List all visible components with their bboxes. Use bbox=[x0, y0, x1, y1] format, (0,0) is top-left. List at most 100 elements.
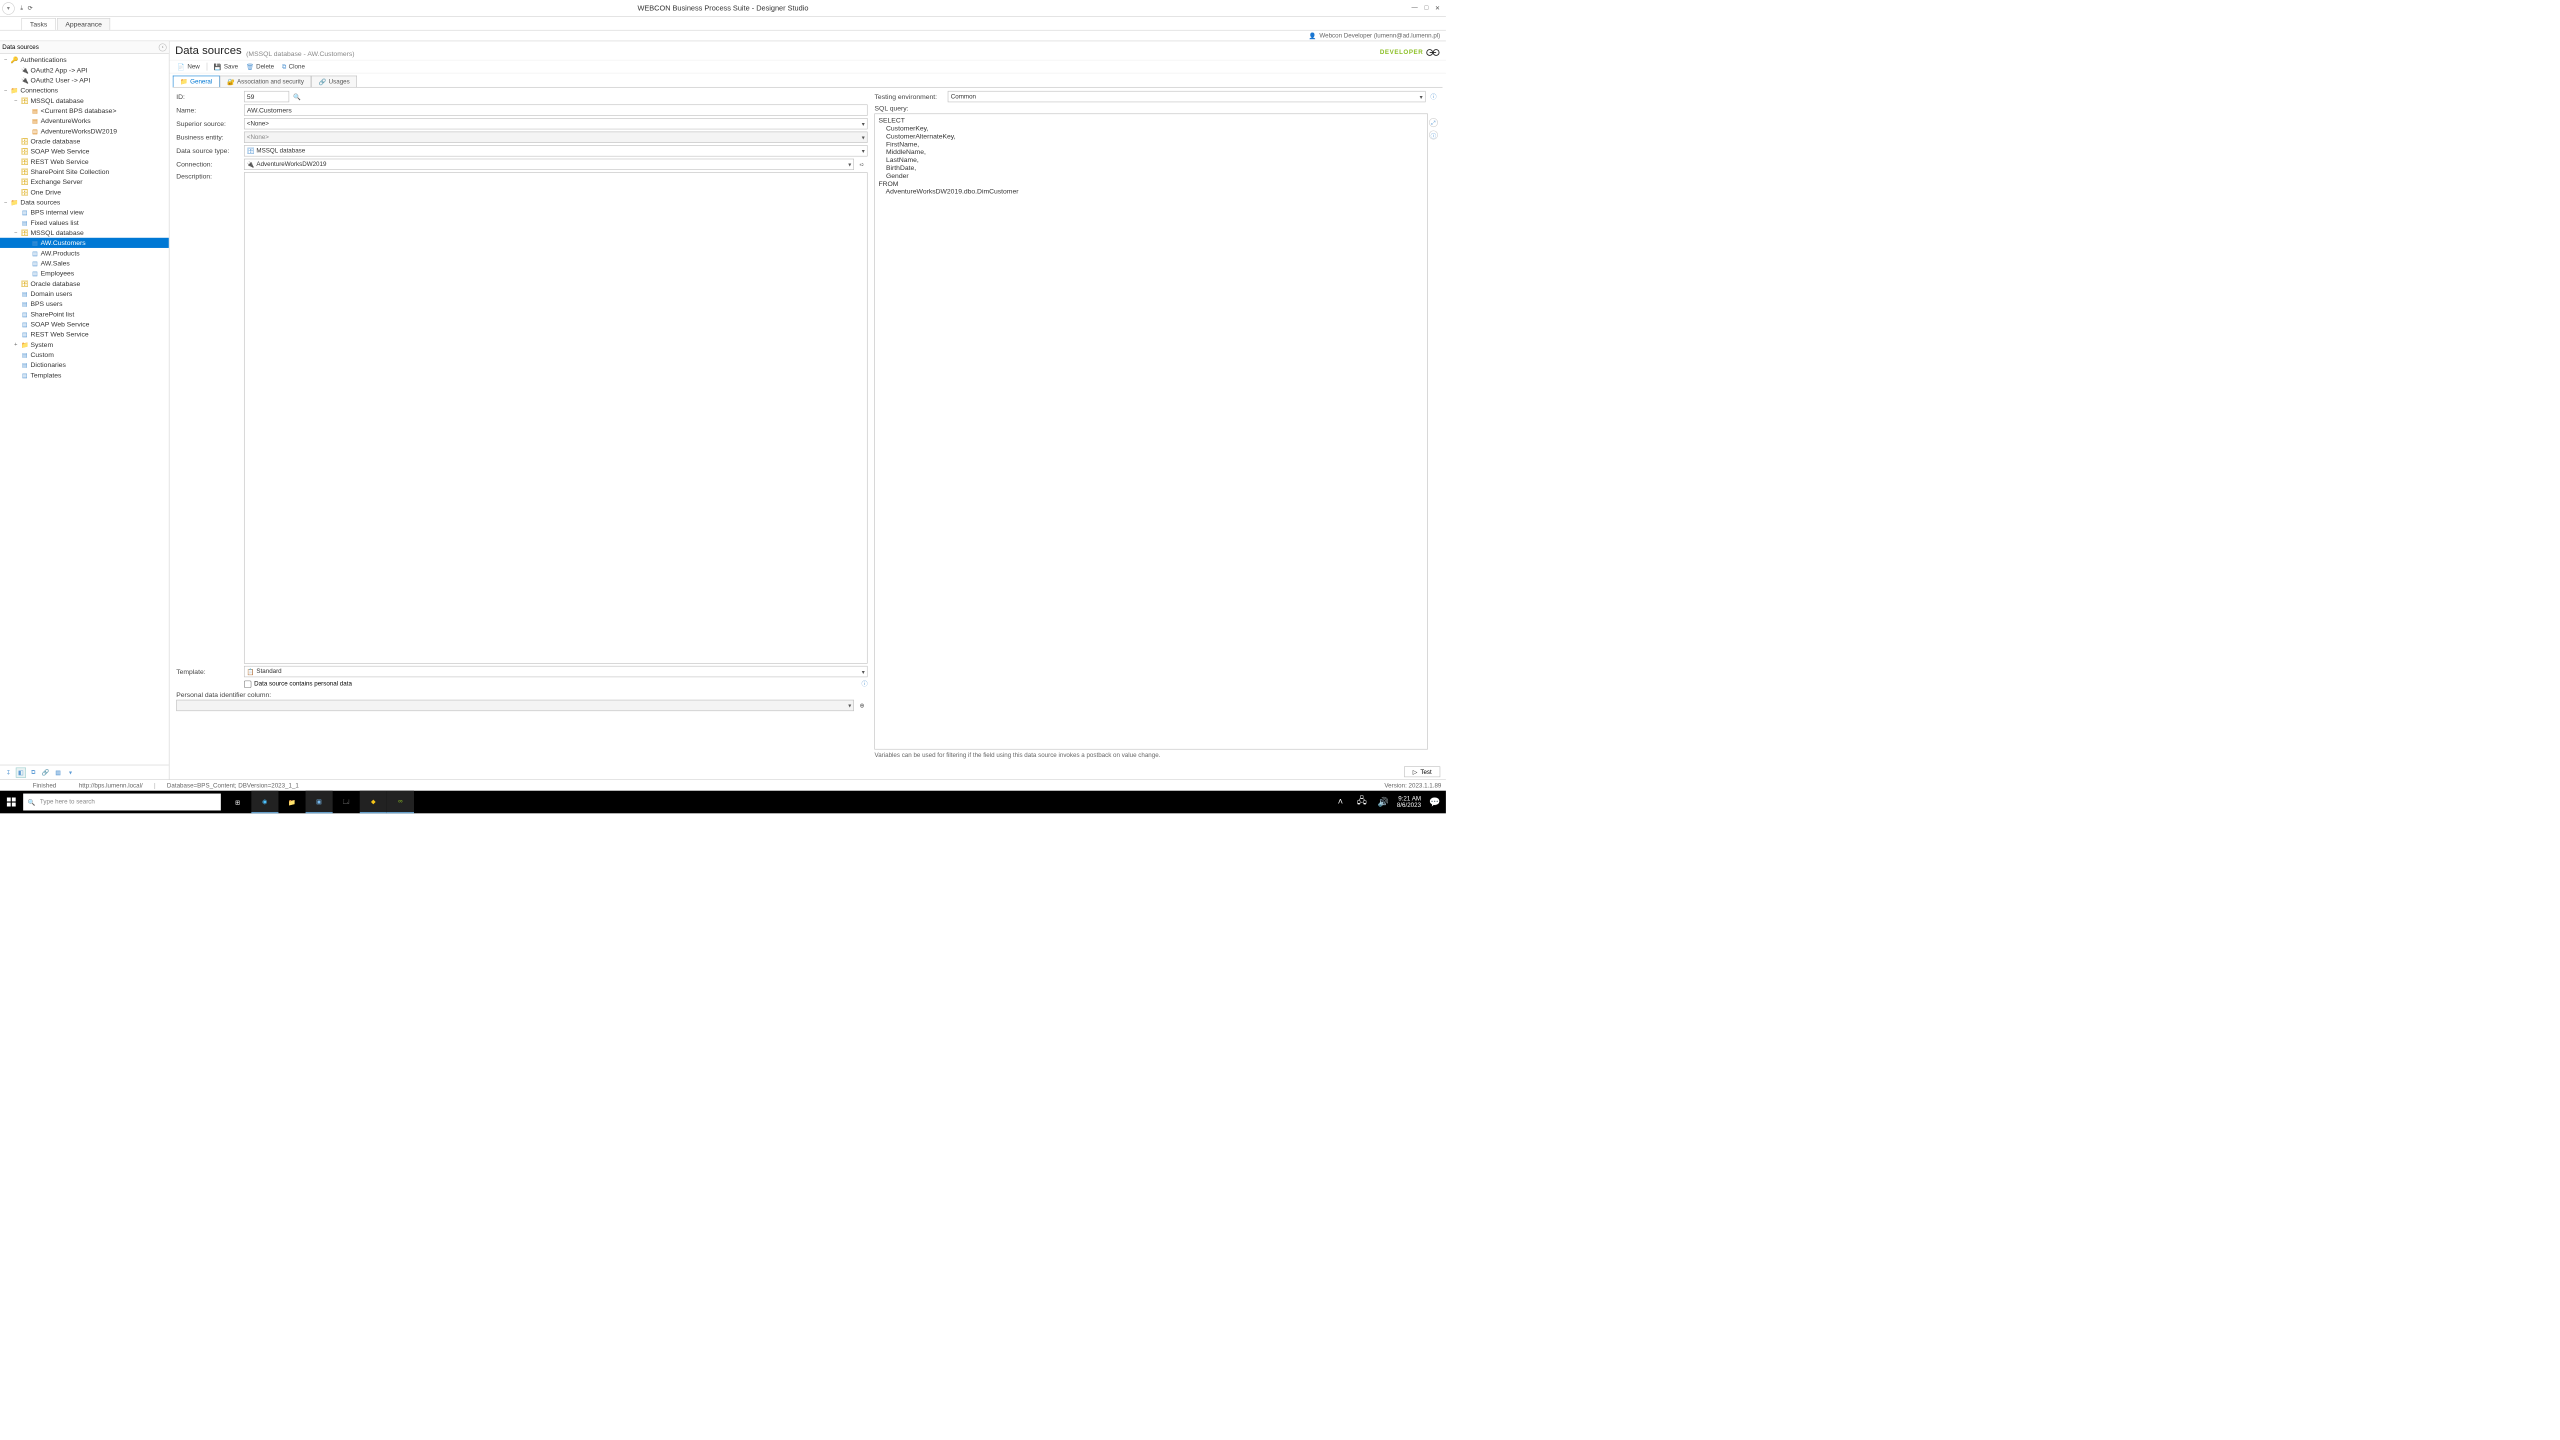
tree-item[interactable]: −🗄MSSQL database bbox=[0, 228, 169, 238]
tray-chevron-icon[interactable]: ˄ bbox=[1332, 791, 1348, 814]
tab-tasks[interactable]: Tasks bbox=[21, 18, 55, 30]
description-field[interactable] bbox=[244, 172, 868, 663]
tree-item[interactable]: −📁Data sources bbox=[0, 197, 169, 207]
tree-item[interactable]: +📁System bbox=[0, 339, 169, 349]
env-dropdown[interactable]: Common▾ bbox=[948, 91, 1426, 102]
tree-item[interactable]: ▤Custom bbox=[0, 350, 169, 360]
tree-item[interactable]: ▤Dictionaries bbox=[0, 360, 169, 370]
close-button[interactable]: ✕ bbox=[1433, 5, 1443, 12]
maximize-button[interactable]: □ bbox=[1422, 5, 1430, 12]
tree-tool-more[interactable]: ▾ bbox=[66, 767, 76, 777]
app-webcon[interactable]: ∞ bbox=[387, 791, 414, 814]
new-button[interactable]: 📄New bbox=[174, 62, 203, 72]
tree-item-label: Templates bbox=[30, 371, 61, 379]
expander-icon[interactable]: + bbox=[12, 341, 19, 347]
tree-item[interactable]: ▤Employees bbox=[0, 268, 169, 278]
clone-button[interactable]: ⧉Clone bbox=[279, 62, 309, 72]
tree-item[interactable]: ▤SOAP Web Service bbox=[0, 319, 169, 329]
app-edge[interactable]: ◉ bbox=[251, 791, 278, 814]
tree-item[interactable]: ▤REST Web Service bbox=[0, 329, 169, 339]
info-icon[interactable]: ⓘ bbox=[862, 679, 868, 688]
tree-view[interactable]: −🔑Authentications🔌OAuth2 App -> API🔌OAut… bbox=[0, 54, 169, 765]
tray-network-icon[interactable]: 🖧 bbox=[1354, 791, 1370, 814]
tray-sound-icon[interactable]: 🔊 bbox=[1375, 791, 1391, 814]
type-dropdown[interactable]: 🗄MSSQL database▾ bbox=[244, 145, 868, 156]
tree-item[interactable]: −📁Connections bbox=[0, 85, 169, 95]
tree-item[interactable]: −🗄MSSQL database bbox=[0, 95, 169, 105]
conn-dropdown[interactable]: 🔌AdventureWorksDW2019▾ bbox=[244, 159, 854, 170]
app-5[interactable]: ◆ bbox=[360, 791, 387, 814]
expander-icon[interactable]: − bbox=[12, 230, 19, 236]
app-3[interactable]: ▣ bbox=[306, 791, 333, 814]
chevron-down-icon: ▾ bbox=[862, 120, 865, 127]
tree-item[interactable]: ▤SharePoint list bbox=[0, 309, 169, 319]
tree-item[interactable]: −🔑Authentications bbox=[0, 55, 169, 65]
taskview-button[interactable]: ⊞ bbox=[224, 791, 251, 814]
tree-tool-3[interactable]: ⧉ bbox=[28, 767, 38, 777]
taskbar-clock[interactable]: 9:21 AM 8/6/2023 bbox=[1397, 795, 1421, 809]
tree-item[interactable]: 🔌OAuth2 User -> API bbox=[0, 75, 169, 85]
id-lookup-icon[interactable]: 🔍 bbox=[291, 91, 302, 102]
template-dropdown[interactable]: 📋Standard▾ bbox=[244, 666, 868, 677]
tree-item[interactable]: 🗄One Drive bbox=[0, 187, 169, 197]
name-field[interactable] bbox=[244, 104, 868, 115]
search-icon: 🔍 bbox=[28, 798, 36, 805]
sql-info-icon[interactable]: ⓘ bbox=[1429, 130, 1438, 139]
key-icon: 🔑 bbox=[11, 56, 19, 64]
expander-icon[interactable]: − bbox=[12, 97, 19, 103]
app-menu-icon[interactable]: ▾ bbox=[2, 2, 14, 14]
app-4[interactable]: 🗔 bbox=[333, 791, 360, 814]
tree-item[interactable]: 🗄REST Web Service bbox=[0, 156, 169, 166]
collapse-panel-icon[interactable]: ‹ bbox=[159, 43, 167, 51]
tree-item[interactable]: ▤AW.Customers bbox=[0, 238, 169, 248]
tray-notifications-icon[interactable]: 💬 bbox=[1427, 791, 1443, 814]
tab-usages[interactable]: 🔗Usages bbox=[311, 76, 357, 88]
superior-dropdown[interactable]: <None>▾ bbox=[244, 118, 868, 129]
tree-tool-5[interactable]: ▦ bbox=[53, 767, 63, 777]
minimize-button[interactable]: — bbox=[1409, 5, 1420, 12]
tree-item[interactable]: ▤Fixed values list bbox=[0, 217, 169, 227]
tree-item[interactable]: ▤<Current BPS database> bbox=[0, 106, 169, 116]
tree-item[interactable]: 🗄Oracle database bbox=[0, 136, 169, 146]
test-button[interactable]: ▷ Test bbox=[1404, 766, 1440, 777]
tree-item[interactable]: ▤Domain users bbox=[0, 289, 169, 299]
save-button[interactable]: 💾Save bbox=[211, 62, 242, 72]
quick-icon-2[interactable]: ⟳ bbox=[28, 5, 33, 12]
tree-item[interactable]: ▤AdventureWorksDW2019 bbox=[0, 126, 169, 136]
start-button[interactable] bbox=[0, 791, 23, 814]
tree-item[interactable]: ▤BPS internal view bbox=[0, 207, 169, 217]
tree-item[interactable]: 🗄Exchange Server bbox=[0, 177, 169, 187]
expander-icon[interactable]: − bbox=[2, 199, 9, 205]
tree-item[interactable]: ▤Templates bbox=[0, 370, 169, 380]
delete-button[interactable]: 🗑Delete bbox=[243, 62, 278, 72]
personal-data-checkbox[interactable] bbox=[244, 680, 251, 687]
tree-item[interactable]: ▤AdventureWorks bbox=[0, 116, 169, 126]
tree-tool-4[interactable]: 🔗 bbox=[41, 767, 51, 777]
goto-connection-icon[interactable]: ➪ bbox=[856, 159, 867, 170]
quick-icon-1[interactable]: ⤓ bbox=[20, 5, 23, 12]
tree-item-label: Oracle database bbox=[30, 280, 80, 288]
sql-query-field[interactable]: SELECT CustomerKey, CustomerAlternateKey… bbox=[875, 114, 1428, 750]
play-icon: ▷ bbox=[1413, 768, 1418, 775]
env-info-icon[interactable]: ⓘ bbox=[1428, 91, 1439, 102]
tree-item[interactable]: ▤AW.Products bbox=[0, 248, 169, 258]
tree-item[interactable]: 🗄Oracle database bbox=[0, 278, 169, 288]
expander-icon[interactable]: − bbox=[2, 87, 9, 93]
tree-tool-2[interactable]: ◧ bbox=[16, 767, 26, 777]
tab-appearance[interactable]: Appearance bbox=[57, 18, 110, 30]
tree-item[interactable]: 🗄SOAP Web Service bbox=[0, 146, 169, 156]
tree-item[interactable]: 🗄SharePoint Site Collection bbox=[0, 167, 169, 177]
app-explorer[interactable]: 📁 bbox=[278, 791, 305, 814]
tree-item-label: Domain users bbox=[30, 290, 72, 298]
tab-association[interactable]: 🔐Association and security bbox=[220, 76, 312, 88]
sql-expand-icon[interactable]: ⤢ bbox=[1429, 118, 1438, 127]
tree-item[interactable]: ▤BPS users bbox=[0, 299, 169, 309]
tree-item[interactable]: ▤AW.Sales bbox=[0, 258, 169, 268]
idcol-action-icon[interactable]: ⊕ bbox=[856, 700, 867, 711]
taskbar-search[interactable]: 🔍 Type here to search bbox=[23, 794, 221, 811]
id-field[interactable] bbox=[244, 91, 289, 102]
tree-item[interactable]: 🔌OAuth2 App -> API bbox=[0, 65, 169, 75]
tab-general[interactable]: 📁General bbox=[173, 76, 220, 88]
tree-tool-1[interactable]: ↧ bbox=[3, 767, 13, 777]
expander-icon[interactable]: − bbox=[2, 57, 9, 63]
